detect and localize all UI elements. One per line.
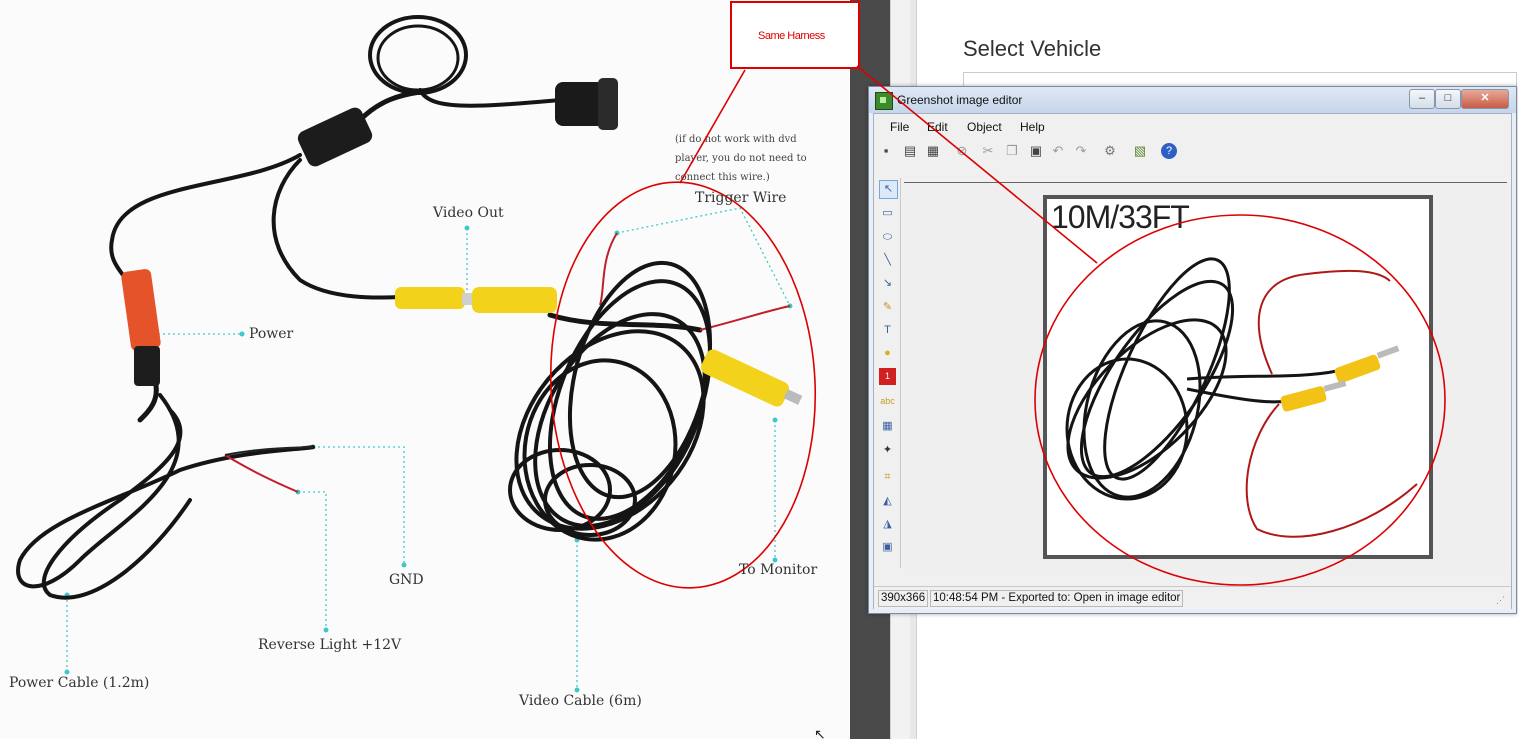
redo-icon[interactable]: ↷	[1073, 143, 1089, 159]
cable-illustration	[16, 15, 817, 693]
highlight-icon[interactable]: abc	[879, 393, 896, 410]
label-reverse-light: Reverse Light +12V	[258, 637, 402, 653]
text-icon[interactable]: T	[879, 322, 896, 339]
wiring-diagram-image: Video Out Power Trigger Wire GND Reverse…	[0, 0, 850, 739]
status-bar: 390x366 10:48:54 PM - Exported to: Open …	[874, 586, 1511, 609]
greenshot-editor-window[interactable]: Greenshot image editor ‒ □ ✕ File Edit O…	[868, 86, 1517, 614]
export-status-message: 10:48:54 PM - Exported to: Open in image…	[930, 590, 1184, 607]
ellipse-icon[interactable]: ⬭	[879, 229, 896, 246]
counter-icon[interactable]: 1	[879, 368, 896, 385]
note-line: (if do not work with dvd	[675, 134, 797, 145]
menu-edit[interactable]: Edit	[927, 120, 948, 134]
label-gnd: GND	[389, 572, 424, 588]
cable-photo	[1065, 257, 1418, 538]
delete-icon[interactable]: ⊘	[954, 143, 970, 159]
captured-image[interactable]: 10M/33FT	[1043, 195, 1433, 559]
paste-icon[interactable]: ▣	[1028, 143, 1044, 159]
title-bar[interactable]: Greenshot image editor ‒ □ ✕	[869, 87, 1516, 113]
page-title: Select Vehicle	[963, 36, 1102, 61]
undo-icon[interactable]: ↶	[1050, 143, 1066, 159]
callout-text: Same Harness	[758, 30, 825, 42]
rectangle-icon[interactable]: ▭	[879, 205, 896, 222]
note-line: connect this wire.)	[675, 172, 770, 183]
label-to-monitor: To Monitor	[739, 562, 818, 578]
menu-file[interactable]: File	[890, 120, 909, 134]
export-icon[interactable]: ▧	[1132, 143, 1148, 159]
save-icon[interactable]: ▪	[878, 143, 894, 159]
close-button[interactable]: ✕	[1461, 89, 1509, 109]
line-icon[interactable]: ╲	[879, 252, 896, 269]
help-icon[interactable]: ?	[1161, 143, 1177, 159]
copy-icon[interactable]: ❐	[1004, 143, 1020, 159]
print-icon[interactable]: ▦	[925, 143, 941, 159]
cut-icon[interactable]: ✂	[980, 143, 996, 159]
note-line: player, you do not need to	[675, 153, 807, 164]
label-trigger-wire: Trigger Wire	[695, 190, 787, 206]
same-harness-callout: Same Harness	[730, 1, 860, 69]
menu-help[interactable]: Help	[1020, 120, 1045, 134]
greenshot-app-icon	[875, 92, 893, 110]
rotate-ccw-icon[interactable]: ◮	[879, 516, 896, 533]
trigger-wire-note: (if do not work with dvd player, you do …	[675, 130, 815, 187]
label-power-cable: Power Cable (1.2m)	[9, 675, 150, 691]
resize-icon[interactable]: ▣	[879, 539, 896, 556]
editor-toolbar: ▪ ▤ ▦ ⊘ ✂ ❐ ▣ ↶ ↷ ⚙ ▧ ?	[874, 140, 1511, 162]
mouse-cursor-icon: ↖	[814, 726, 826, 742]
resize-grip-icon[interactable]: ⋰	[1496, 595, 1505, 606]
speechbubble-icon[interactable]: ●	[879, 345, 896, 362]
window-title: Greenshot image editor	[897, 93, 1023, 107]
image-caption: 10M/33FT	[1051, 199, 1190, 235]
arrow-icon[interactable]: ↘	[879, 275, 896, 292]
effects-icon[interactable]: ✦	[879, 442, 896, 459]
drawing-tools-panel: ↖ ▭ ⬭ ╲ ↘ ✎ T ● 1 abc ▦ ✦ ⌗ ◭ ◮ ▣	[876, 178, 901, 568]
editor-client-area: File Edit Object Help ▪ ▤ ▦ ⊘ ✂ ❐ ▣ ↶ ↷ …	[873, 113, 1512, 609]
maximize-button[interactable]: □	[1435, 89, 1461, 109]
pointer-icon[interactable]: ↖	[879, 180, 898, 199]
crop-icon[interactable]: ⌗	[879, 469, 896, 486]
label-power: Power	[249, 326, 294, 342]
minimize-button[interactable]: ‒	[1409, 89, 1435, 109]
rotate-cw-icon[interactable]: ◭	[879, 493, 896, 510]
menu-object[interactable]: Object	[967, 120, 1002, 134]
menu-bar: File Edit Object Help	[874, 116, 1511, 136]
editor-canvas[interactable]: 10M/33FT	[904, 182, 1507, 569]
settings-icon[interactable]: ⚙	[1102, 143, 1118, 159]
image-size-status: 390x366	[878, 590, 929, 607]
label-video-cable: Video Cable (6m)	[519, 693, 642, 709]
freehand-icon[interactable]: ✎	[879, 299, 896, 316]
label-video-out: Video Out	[433, 205, 504, 221]
clipboard-icon[interactable]: ▤	[902, 143, 918, 159]
obfuscate-icon[interactable]: ▦	[879, 418, 896, 435]
